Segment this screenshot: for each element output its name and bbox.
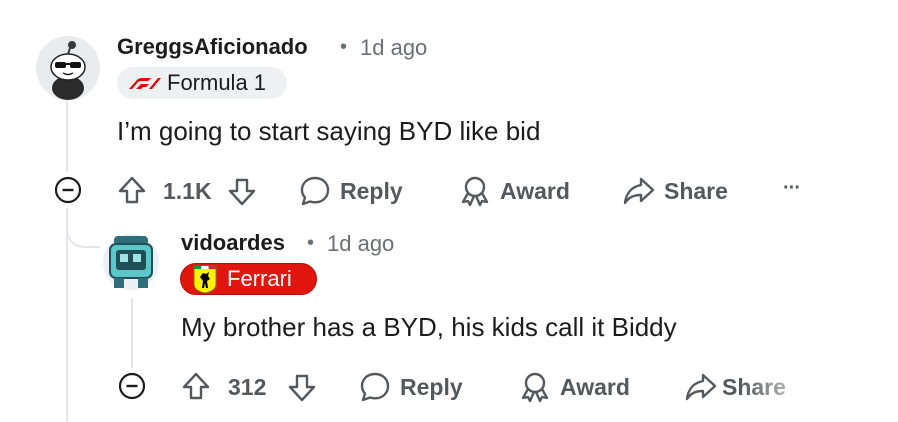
username[interactable]: vidoardes: [181, 230, 285, 256]
award-label: Award: [500, 177, 570, 204]
thread-line-main[interactable]: [66, 100, 68, 172]
user-flair[interactable]: Ferrari: [180, 263, 317, 295]
comment-body: I’m going to start saying BYD like bid: [117, 116, 541, 146]
comment-body: My brother has a BYD, his kids call it B…: [181, 312, 677, 342]
collapse-button[interactable]: [54, 176, 82, 204]
thread-line-main-lower[interactable]: [66, 208, 68, 422]
upvote-button[interactable]: [180, 370, 212, 402]
user-flair[interactable]: Formula 1: [117, 67, 287, 99]
reply-button[interactable]: Reply: [298, 174, 403, 208]
share-label: Share: [664, 177, 728, 204]
award-button[interactable]: Award: [458, 174, 570, 208]
reply-button[interactable]: Reply: [358, 370, 463, 404]
upvote-icon: [118, 176, 146, 204]
award-button[interactable]: Award: [518, 370, 630, 404]
collapse-button[interactable]: [118, 372, 146, 400]
ferrari-horse-icon: [193, 265, 217, 294]
collapse-icon: [54, 176, 82, 204]
thread-line-reply[interactable]: [131, 298, 133, 368]
fade-overlay: [740, 360, 898, 422]
flair-label: Formula 1: [167, 70, 267, 95]
f1-logo-icon: [129, 78, 161, 89]
reply-bubble-icon: [360, 372, 390, 402]
award-icon: [461, 176, 489, 207]
username[interactable]: GreggsAficionado: [117, 34, 308, 60]
timestamp[interactable]: 1d ago: [360, 35, 427, 61]
more-options-button[interactable]: ···: [783, 177, 801, 200]
avatar[interactable]: [36, 36, 100, 100]
award-icon: [521, 372, 549, 403]
thread-connector: [66, 208, 100, 248]
share-arrow-icon: [685, 373, 717, 401]
snoo-avatar-icon: [36, 36, 100, 100]
separator-dot: •: [340, 36, 348, 58]
share-button[interactable]: Share: [622, 174, 728, 208]
downvote-button[interactable]: [286, 372, 318, 404]
upvote-icon: [182, 372, 210, 400]
snoo-avatar-icon: [103, 234, 159, 290]
reply-bubble-icon: [300, 176, 330, 206]
vote-score: 1.1K: [163, 178, 212, 204]
share-arrow-icon: [623, 177, 655, 205]
award-label: Award: [560, 373, 630, 400]
collapse-icon: [118, 372, 146, 400]
downvote-icon: [228, 178, 256, 206]
downvote-button[interactable]: [226, 176, 258, 208]
reply-label: Reply: [400, 373, 463, 400]
timestamp[interactable]: 1d ago: [327, 231, 394, 257]
reply-label: Reply: [340, 177, 403, 204]
separator-dot: •: [307, 232, 315, 254]
upvote-button[interactable]: [116, 174, 148, 206]
flair-label: Ferrari: [227, 266, 292, 291]
downvote-icon: [288, 374, 316, 402]
avatar[interactable]: [100, 224, 162, 294]
vote-score: 312: [228, 374, 267, 400]
